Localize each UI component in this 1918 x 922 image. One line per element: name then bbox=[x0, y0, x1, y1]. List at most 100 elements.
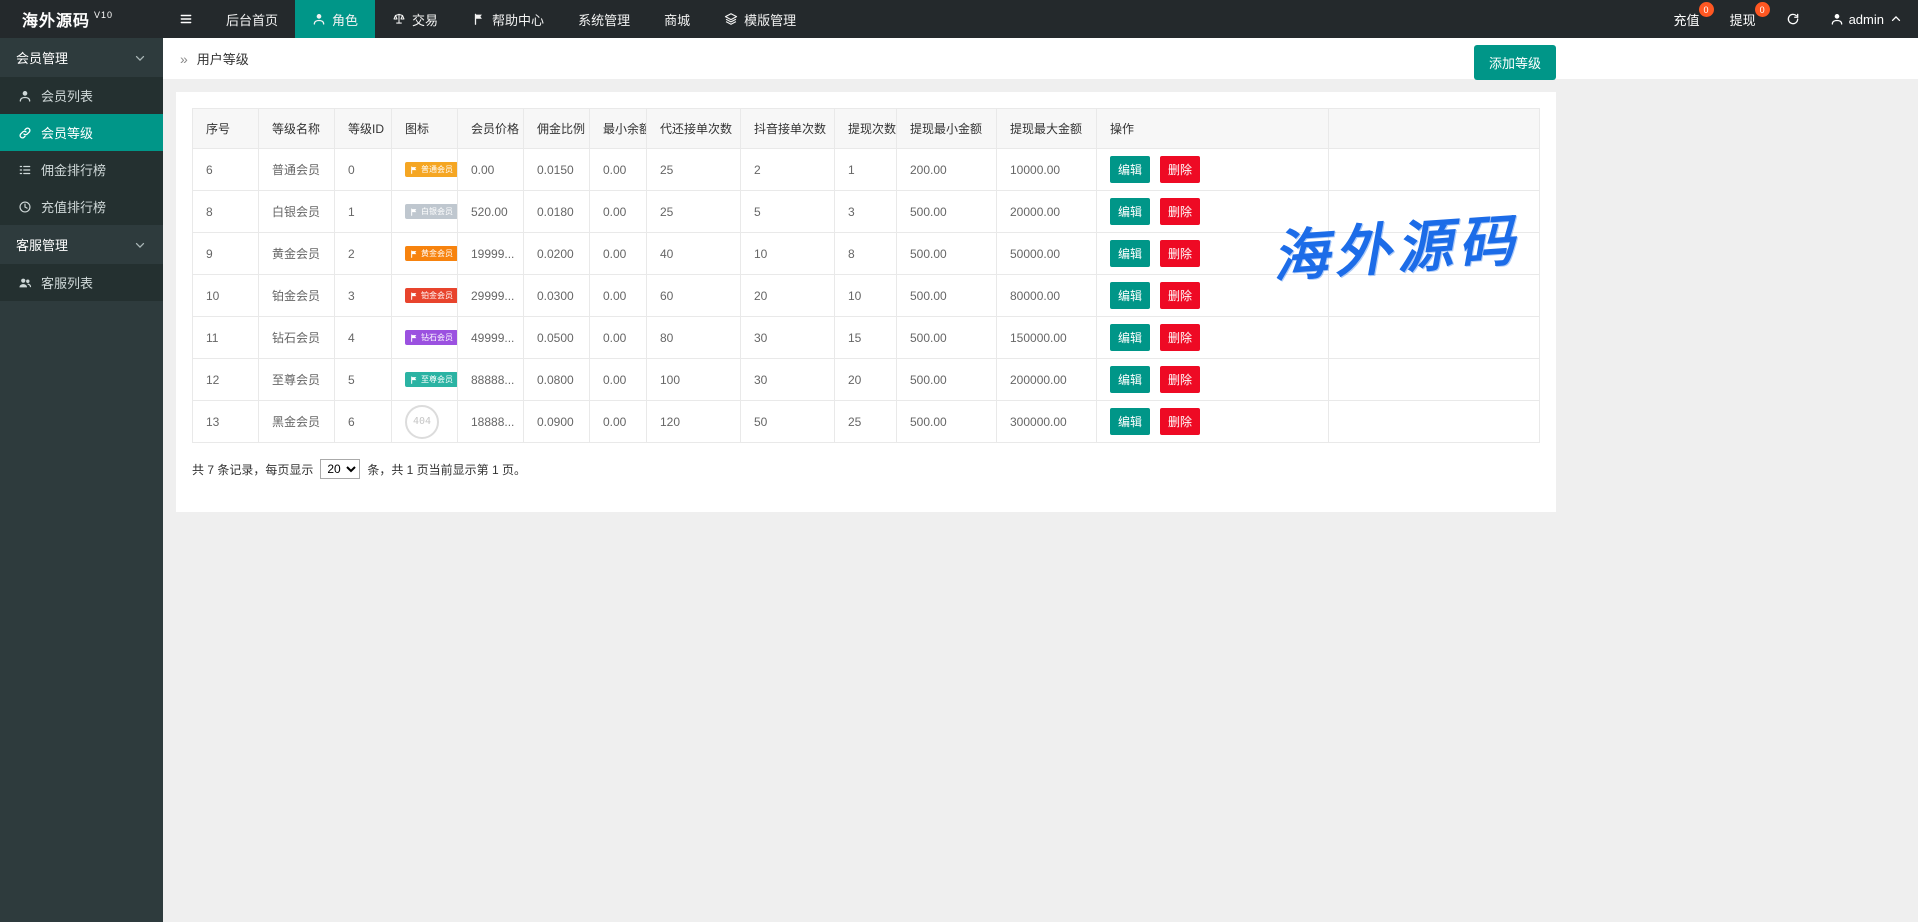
edit-button[interactable]: 编辑 bbox=[1110, 282, 1150, 309]
user-icon bbox=[18, 89, 32, 103]
cell-withdraw_min: 500.00 bbox=[897, 401, 997, 443]
scale-icon bbox=[392, 12, 406, 26]
cell-price: 49999... bbox=[458, 317, 524, 359]
add-grade-button[interactable]: 添加等级 bbox=[1474, 45, 1556, 80]
delete-button[interactable]: 删除 bbox=[1160, 156, 1200, 183]
cell-min_balance: 0.00 bbox=[590, 359, 647, 401]
sidebar-item[interactable]: 充值排行榜 bbox=[0, 188, 163, 225]
sidebar-item[interactable]: 会员等级 bbox=[0, 114, 163, 151]
cell-filler bbox=[1329, 317, 1540, 359]
nav-item[interactable]: 商城 bbox=[647, 0, 707, 38]
recharge-badge: 0 bbox=[1699, 2, 1714, 17]
cell-withdraw_max: 150000.00 bbox=[997, 317, 1097, 359]
edit-button[interactable]: 编辑 bbox=[1110, 156, 1150, 183]
grade-badge-icon: 普通会员 bbox=[405, 162, 458, 177]
sidebar-item-label: 充值排行榜 bbox=[41, 197, 106, 216]
table-header-cell: 提现次数 bbox=[835, 109, 897, 149]
cell-daihuan_orders: 100 bbox=[647, 359, 741, 401]
table-header-cell: 提现最大金额 bbox=[997, 109, 1097, 149]
cell-price: 19999... bbox=[458, 233, 524, 275]
withdraw-button[interactable]: 提现 0 bbox=[1715, 0, 1771, 38]
table-row: 6普通会员0普通会员0.000.01500.002521200.0010000.… bbox=[193, 149, 1540, 191]
nav-item[interactable]: 角色 bbox=[295, 0, 375, 38]
nav-item[interactable]: 帮助中心 bbox=[455, 0, 561, 38]
edit-button[interactable]: 编辑 bbox=[1110, 198, 1150, 225]
breadcrumb: » 用户等级 添加等级 bbox=[163, 38, 1918, 79]
cell-no: 11 bbox=[193, 317, 259, 359]
cell-withdraw_min: 500.00 bbox=[897, 275, 997, 317]
cell-douyin_orders: 30 bbox=[741, 317, 835, 359]
nav-item-label: 角色 bbox=[332, 10, 358, 29]
cell-filler bbox=[1329, 359, 1540, 401]
flag-icon bbox=[472, 12, 486, 26]
sidebar-item[interactable]: 客服列表 bbox=[0, 264, 163, 301]
cell-withdraw_times: 15 bbox=[835, 317, 897, 359]
edit-button[interactable]: 编辑 bbox=[1110, 408, 1150, 435]
cell-commission: 0.0200 bbox=[524, 233, 590, 275]
cell-withdraw_times: 3 bbox=[835, 191, 897, 233]
cell-grade_id: 6 bbox=[335, 401, 392, 443]
cell-grade_id: 5 bbox=[335, 359, 392, 401]
user-icon bbox=[312, 12, 326, 26]
edit-button[interactable]: 编辑 bbox=[1110, 366, 1150, 393]
delete-button[interactable]: 删除 bbox=[1160, 198, 1200, 225]
sidebar-item-label: 会员等级 bbox=[41, 123, 93, 142]
sidebar-group-label: 会员管理 bbox=[16, 48, 68, 67]
cell-name: 钻石会员 bbox=[259, 317, 335, 359]
table-header-cell: 序号 bbox=[193, 109, 259, 149]
sidebar-group-header[interactable]: 客服管理 bbox=[0, 225, 163, 264]
user-menu[interactable]: admin bbox=[1815, 0, 1918, 38]
cell-withdraw_min: 500.00 bbox=[897, 359, 997, 401]
grade-badge-icon: 白银会员 bbox=[405, 204, 458, 219]
brand-name: 海外源码 bbox=[22, 7, 90, 31]
cell-min_balance: 0.00 bbox=[590, 275, 647, 317]
cell-filler bbox=[1329, 191, 1540, 233]
sidebar-item[interactable]: 佣金排行榜 bbox=[0, 151, 163, 188]
delete-button[interactable]: 删除 bbox=[1160, 324, 1200, 351]
sidebar-toggle-button[interactable] bbox=[163, 0, 209, 38]
list-icon bbox=[18, 163, 32, 177]
edit-button[interactable]: 编辑 bbox=[1110, 240, 1150, 267]
delete-button[interactable]: 删除 bbox=[1160, 366, 1200, 393]
delete-button[interactable]: 删除 bbox=[1160, 408, 1200, 435]
cell-filler bbox=[1329, 149, 1540, 191]
link-icon bbox=[18, 126, 32, 140]
table-row: 8白银会员1白银会员520.000.01800.002553500.002000… bbox=[193, 191, 1540, 233]
sidebar-item-label: 会员列表 bbox=[41, 86, 93, 105]
sidebar-item[interactable]: 会员列表 bbox=[0, 77, 163, 114]
cell-commission: 0.0500 bbox=[524, 317, 590, 359]
cell-withdraw_max: 20000.00 bbox=[997, 191, 1097, 233]
brand-logo: 海外源码 V10 bbox=[0, 0, 163, 38]
delete-button[interactable]: 删除 bbox=[1160, 282, 1200, 309]
cell-price: 18888... bbox=[458, 401, 524, 443]
nav-item[interactable]: 模版管理 bbox=[707, 0, 813, 38]
edit-button[interactable]: 编辑 bbox=[1110, 324, 1150, 351]
page-size-select[interactable]: 20 bbox=[320, 459, 360, 479]
nav-item[interactable]: 系统管理 bbox=[561, 0, 647, 38]
nav-item[interactable]: 交易 bbox=[375, 0, 455, 38]
cell-withdraw_times: 1 bbox=[835, 149, 897, 191]
recharge-button[interactable]: 充值 0 bbox=[1659, 0, 1715, 38]
content: 序号等级名称等级ID图标会员价格佣金比例最小余额代还接单次数抖音接单次数提现次数… bbox=[163, 79, 1918, 525]
nav-item-label: 帮助中心 bbox=[492, 10, 544, 29]
nav-item[interactable]: 后台首页 bbox=[209, 0, 295, 38]
cell-withdraw_max: 200000.00 bbox=[997, 359, 1097, 401]
delete-button[interactable]: 删除 bbox=[1160, 240, 1200, 267]
sidebar-group-header[interactable]: 会员管理 bbox=[0, 38, 163, 77]
chevron-down-icon bbox=[133, 238, 147, 252]
cell-price: 88888... bbox=[458, 359, 524, 401]
layers-icon bbox=[724, 12, 738, 26]
refresh-button[interactable] bbox=[1771, 0, 1815, 38]
nav-item-label: 商城 bbox=[664, 10, 690, 29]
withdraw-badge: 0 bbox=[1755, 2, 1770, 17]
cell-name: 至尊会员 bbox=[259, 359, 335, 401]
cell-min_balance: 0.00 bbox=[590, 317, 647, 359]
page-title: 用户等级 bbox=[197, 49, 249, 68]
cell-actions: 编辑删除 bbox=[1097, 233, 1329, 275]
cell-name: 普通会员 bbox=[259, 149, 335, 191]
pagination-prefix: 共 7 条记录，每页显示 bbox=[192, 461, 313, 478]
cell-icon: 白银会员 bbox=[392, 191, 458, 233]
cell-name: 白银会员 bbox=[259, 191, 335, 233]
breadcrumb-chevrons-icon: » bbox=[180, 51, 188, 67]
cell-filler bbox=[1329, 275, 1540, 317]
